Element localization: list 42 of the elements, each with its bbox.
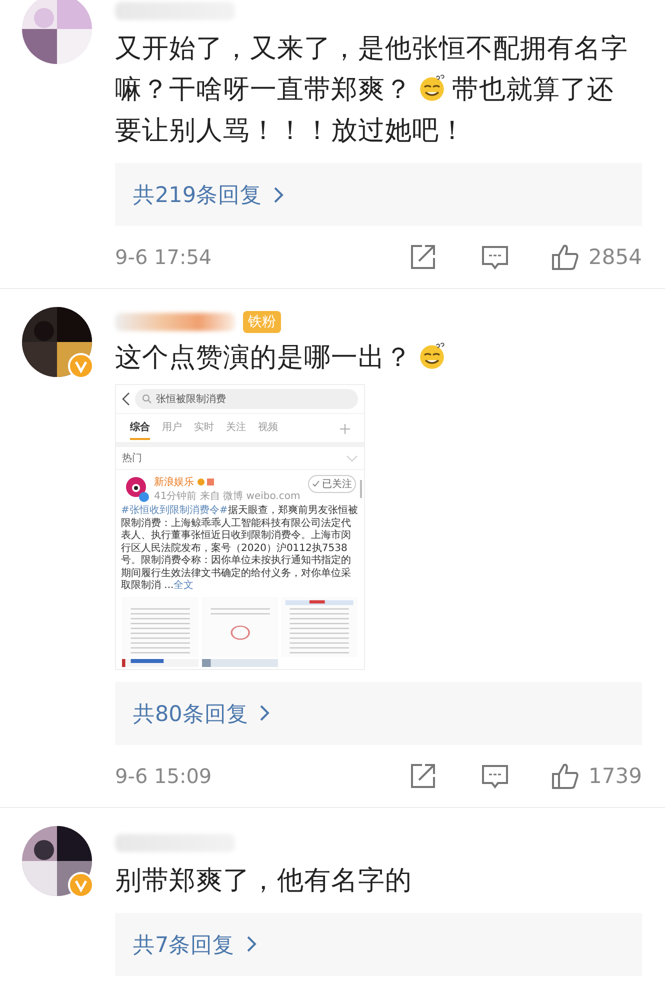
reply-link[interactable]: 共80条回复 bbox=[115, 682, 642, 744]
search-field[interactable]: 张恒被限制消费 bbox=[135, 389, 358, 409]
author-name[interactable]: 新浪娱乐 bbox=[154, 475, 194, 489]
emoji-icon bbox=[418, 74, 446, 102]
check-icon bbox=[312, 480, 320, 488]
search-icon bbox=[142, 394, 152, 404]
comment-date: 9-6 15:09 bbox=[115, 764, 213, 788]
post-text: #张恒收到限制消费令#据天眼查，郑爽前男友张恒被限制消费：上海鲸乖乖人工智能科技有限公司法定代表人、执行董事张恒近日收到限制消费令。上海市闵行区人民法院发布，案号（2020）沪0112执7538号。限制消费令称：因你单位未按执行通知书指定的期间履行生效法律文书确定的给付义务，对你单位采取限制消 ...全文 bbox=[120, 504, 359, 593]
follow-button[interactable]: 已关注 bbox=[308, 475, 356, 493]
comment-text: 又开始了，又来了，是他张恒不配拥有名字 bbox=[115, 33, 628, 64]
share-icon[interactable] bbox=[408, 762, 437, 790]
comment-text: 带也就算了还 bbox=[452, 74, 614, 105]
chevron-icon bbox=[258, 704, 270, 722]
vip-icon bbox=[197, 478, 215, 486]
back-icon[interactable] bbox=[122, 392, 130, 406]
comment-text: 嘛？干啥呀一直带郑爽？ bbox=[115, 74, 412, 105]
comment-text: 别带郑爽了，他有名字的 bbox=[115, 864, 412, 896]
section-title: 热门 bbox=[122, 452, 142, 465]
comment-icon[interactable] bbox=[480, 243, 509, 271]
reply-link[interactable]: 共7条回复 bbox=[115, 912, 642, 976]
plus-icon[interactable] bbox=[340, 424, 350, 434]
chevron-icon bbox=[272, 186, 284, 204]
like-count: 1739 bbox=[588, 764, 642, 788]
comment-date: 9-6 17:54 bbox=[115, 245, 213, 269]
search-tab[interactable]: 实时 bbox=[194, 418, 214, 440]
like-count: 2854 bbox=[588, 245, 642, 269]
search-tab[interactable]: 视频 bbox=[258, 418, 278, 440]
share-icon[interactable] bbox=[408, 243, 437, 271]
like-icon[interactable] bbox=[550, 243, 579, 271]
hashtag-link[interactable]: #张恒收到限制消费令# bbox=[121, 505, 228, 516]
like-icon[interactable] bbox=[550, 762, 579, 790]
search-tab[interactable]: 关注 bbox=[226, 418, 246, 440]
search-tab[interactable]: 综合 bbox=[130, 418, 150, 440]
emoji-icon bbox=[418, 342, 446, 370]
post-meta: 41分钟前 来自 微博 weibo.com bbox=[154, 490, 300, 503]
comment-text: 要让别人骂！！！放过她吧！ bbox=[115, 115, 466, 146]
comment-text: 这个点赞演的是哪一出？ bbox=[115, 342, 412, 373]
full-text-link[interactable]: 全文 bbox=[174, 580, 194, 591]
fan-badge: 铁粉 bbox=[243, 311, 281, 333]
reply-link[interactable]: 共219条回复 bbox=[115, 163, 642, 226]
chevron-icon bbox=[244, 935, 257, 953]
search-tab[interactable]: 用户 bbox=[162, 418, 182, 440]
